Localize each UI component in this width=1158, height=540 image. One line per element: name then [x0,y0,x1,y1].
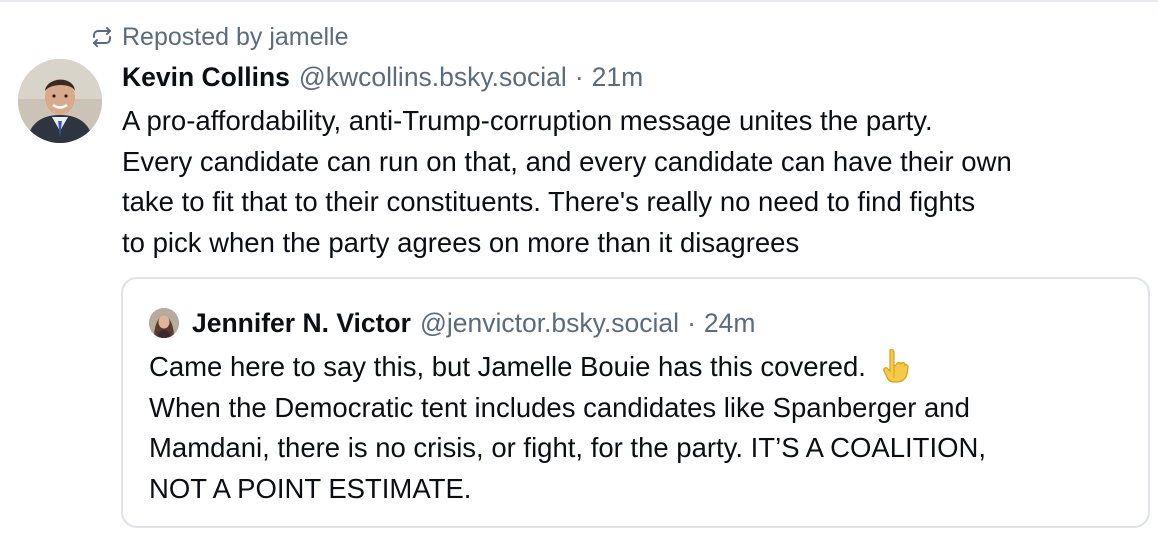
author-name[interactable]: Kevin Collins [122,62,290,93]
avatar[interactable] [18,59,102,143]
post-text-line: Every candidate can run on that, and eve… [122,145,1012,177]
post-header: Kevin Collins @kwcollins.bsky.social · 2… [122,58,643,96]
quote-avatar[interactable] [149,308,179,338]
divider [0,0,1158,2]
post-page: Reposted by jamelle Kevin Collins @kwcol… [0,0,1158,540]
separator: · [687,307,696,338]
post-text-line: A pro-affordability, anti-Trump-corrupti… [122,105,933,136]
quote-author-name[interactable]: Jennifer N. Victor [192,308,411,339]
post-text: A pro-affordability, anti-Trump-corrupti… [122,101,1156,263]
author-handle[interactable]: @kwcollins.bsky.social [299,62,567,93]
quote-text-line-content: Came here to say this, but Jamelle Bouie… [149,351,866,382]
quote-header: Jennifer N. Victor @jenvictor.bsky.socia… [192,304,755,342]
quoted-post[interactable]: Jennifer N. Victor @jenvictor.bsky.socia… [121,277,1150,528]
repost-icon [90,25,114,49]
post-text-line: to pick when the party agrees on more th… [122,226,800,258]
separator: · [574,61,584,92]
quote-timestamp[interactable]: 24m [704,308,756,339]
pointing-down-hand-emoji-icon [880,348,910,384]
quote-author-handle[interactable]: @jenvictor.bsky.social [420,308,679,339]
quote-text-line: When the Democratic tent includes candid… [149,391,970,423]
repost-label: Reposted by jamelle [122,22,349,51]
quote-text: Came here to say this, but Jamelle Bouie… [149,347,1149,509]
quote-text-line: Mamdani, there is no crisis, or fight, f… [149,432,987,463]
quote-text-line: NOT A POINT ESTIMATE. [149,472,472,504]
repost-indicator[interactable]: Reposted by jamelle [90,20,349,54]
quote-text-line: Came here to say this, but Jamelle Bouie… [149,347,1149,388]
post-text-line: take to fit that to their constituents. … [122,186,976,217]
post-timestamp[interactable]: 21m [592,62,644,93]
